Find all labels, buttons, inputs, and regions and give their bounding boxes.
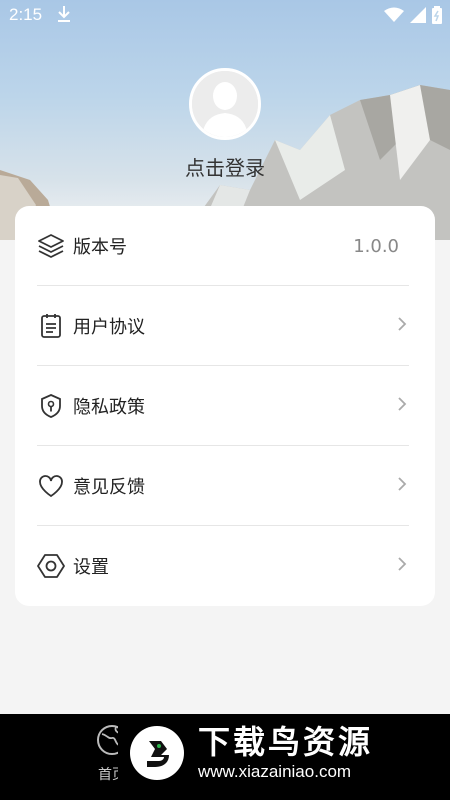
chevron-right-icon — [397, 316, 407, 336]
watermark-title: 下载鸟资源 — [198, 723, 374, 761]
menu-item-privacy-policy[interactable]: 隐私政策 — [37, 366, 409, 446]
shield-icon — [37, 392, 65, 420]
version-value: 1.0.0 — [353, 235, 399, 257]
chevron-right-icon — [397, 476, 407, 496]
menu-item-feedback[interactable]: 意见反馈 — [37, 446, 409, 526]
bird-logo-icon — [130, 726, 184, 780]
wifi-icon — [384, 7, 404, 27]
document-icon — [37, 312, 65, 340]
menu-item-label: 设置 — [73, 557, 109, 578]
heart-icon — [37, 472, 65, 500]
menu-item-label: 隐私政策 — [73, 397, 145, 418]
chevron-right-icon — [397, 556, 407, 576]
battery-icon — [432, 6, 442, 28]
chevron-right-icon — [397, 396, 407, 416]
menu-item-label: 用户协议 — [73, 317, 145, 338]
download-icon — [56, 5, 72, 27]
watermark-banner: 下载鸟资源 www.xiazainiao.com — [118, 714, 432, 792]
status-bar: 2:15 — [0, 0, 450, 30]
avatar[interactable] — [189, 68, 261, 140]
login-link[interactable]: 点击登录 — [0, 152, 450, 181]
hexagon-settings-icon — [37, 552, 65, 580]
user-avatar-icon — [192, 71, 258, 137]
menu-item-version[interactable]: 版本号 1.0.0 — [37, 206, 409, 286]
layers-icon — [37, 232, 65, 260]
menu-item-settings[interactable]: 设置 — [37, 526, 409, 606]
menu-item-user-agreement[interactable]: 用户协议 — [37, 286, 409, 366]
signal-icon — [410, 7, 426, 27]
menu-item-label: 意见反馈 — [73, 477, 145, 498]
menu-item-label: 版本号 — [73, 237, 127, 258]
menu-card: 版本号 1.0.0 用户协议 隐私政策 意见反馈 设置 — [15, 206, 435, 606]
status-time: 2:15 — [9, 5, 43, 24]
watermark-url: www.xiazainiao.com — [198, 762, 352, 781]
